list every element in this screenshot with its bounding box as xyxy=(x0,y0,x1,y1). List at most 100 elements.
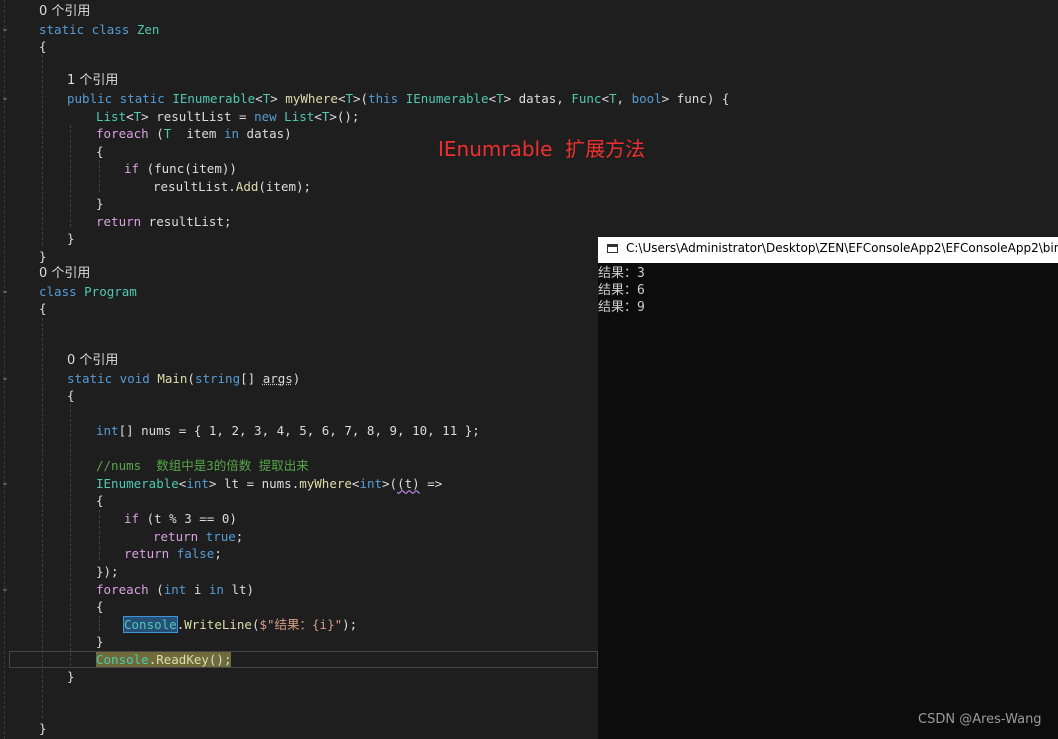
collapse-icon[interactable]: ⌄ xyxy=(0,583,10,595)
indent-guide xyxy=(99,160,100,192)
code-token: item xyxy=(171,126,224,141)
code-token: 1 个引用 xyxy=(67,73,119,88)
indent-guide xyxy=(99,510,100,560)
code-token: (t % 3 == 0) xyxy=(139,511,237,526)
code-token: WriteLine xyxy=(184,617,252,632)
code-line: { xyxy=(39,38,47,55)
reference-count-lens[interactable]: 0 个引用 xyxy=(39,3,90,20)
code-token: Program xyxy=(84,284,137,299)
code-line: //nums 数组中是3的倍数 提取出来 xyxy=(96,457,309,474)
reference-count-lens[interactable]: 1 个引用 xyxy=(67,72,118,89)
code-token: } xyxy=(39,721,47,736)
code-token: lt) xyxy=(223,582,255,597)
code-token: } xyxy=(96,196,104,211)
code-line: { xyxy=(39,300,47,317)
code-token: => xyxy=(419,476,443,491)
code-token: < xyxy=(337,91,346,106)
code-token: Add xyxy=(235,179,259,194)
code-token: true xyxy=(205,529,236,544)
watermark: CSDN @Ares-Wang xyxy=(918,712,1042,727)
console-output: 结果：3 结果：6 结果：9 xyxy=(598,265,1058,316)
code-token: { xyxy=(39,301,47,316)
code-token: ) xyxy=(292,371,301,386)
annotation-text: IEnumrable 扩展方法 xyxy=(438,137,646,161)
code-token: if xyxy=(124,511,140,526)
code-line: return false; xyxy=(124,545,222,562)
code-token: new xyxy=(254,109,285,124)
code-token: < xyxy=(601,91,609,106)
code-line: } xyxy=(96,633,104,650)
code-token: resultList; xyxy=(141,214,232,229)
code-token: [] xyxy=(240,371,263,386)
code-line: { xyxy=(96,143,104,160)
code-token: > lt = nums. xyxy=(208,476,300,491)
code-token: >( xyxy=(353,91,369,106)
collapse-icon[interactable]: ⌄ xyxy=(0,23,10,35)
code-line: foreach (T item in datas) xyxy=(96,125,292,142)
code-token: static class xyxy=(39,22,137,37)
code-token: List xyxy=(284,109,315,124)
code-token: 0 个引用 xyxy=(67,353,119,368)
reference-count-lens[interactable]: 0 个引用 xyxy=(67,352,118,369)
code-token: 0 个引用 xyxy=(39,266,91,281)
code-line: return true; xyxy=(153,528,243,545)
code-token: this xyxy=(368,91,406,106)
code-line: { xyxy=(67,387,75,404)
code-token: } xyxy=(67,231,75,246)
code-token: Zen xyxy=(136,22,160,37)
code-token: } xyxy=(39,249,47,264)
code-token: in xyxy=(208,582,224,597)
code-token: Console xyxy=(96,652,149,667)
code-token: T xyxy=(496,91,504,106)
code-token: ( xyxy=(148,582,164,597)
code-token: Main xyxy=(157,371,188,386)
code-token: (func(item)) xyxy=(139,161,237,176)
code-line: IEnumerable<int> lt = nums.myWhere<int>(… xyxy=(96,475,442,492)
console-titlebar[interactable]: C:\Users\Administrator\Desktop\ZEN\EFCon… xyxy=(598,237,1058,263)
collapse-icon[interactable]: ⌄ xyxy=(0,92,10,104)
code-token: (); xyxy=(208,652,232,667)
code-token: } xyxy=(67,669,75,684)
console-window[interactable]: C:\Users\Administrator\Desktop\ZEN\EFCon… xyxy=(598,237,1058,739)
code-token: Console xyxy=(123,616,178,633)
collapse-icon[interactable]: ⌄ xyxy=(0,372,10,384)
code-token: myWhere xyxy=(285,91,338,106)
reference-count-lens[interactable]: 0 个引用 xyxy=(39,265,90,282)
code-line: } xyxy=(39,248,47,265)
code-token: if xyxy=(124,161,140,176)
collapse-icon[interactable]: ⌄ xyxy=(0,285,10,297)
code-token: 0 个引用 xyxy=(39,4,91,19)
code-token: foreach xyxy=(96,126,149,141)
collapse-icon[interactable]: ⌄ xyxy=(0,477,10,489)
code-token: }); xyxy=(96,564,119,579)
code-token: > xyxy=(270,91,286,106)
code-line: } xyxy=(67,668,75,685)
code-token: < xyxy=(314,109,322,124)
code-line: foreach (int i in lt) xyxy=(96,581,254,598)
code-token: > datas, xyxy=(503,91,572,106)
code-token: } xyxy=(96,634,104,649)
code-line: }); xyxy=(96,563,119,580)
code-token: List xyxy=(96,109,127,124)
code-token: i xyxy=(186,582,209,597)
code-token: , xyxy=(616,91,632,106)
code-token: return xyxy=(153,529,199,544)
code-token: resultList. xyxy=(153,179,236,194)
code-token: { xyxy=(96,493,104,508)
code-token: ); xyxy=(342,617,358,632)
code-line: { xyxy=(96,598,104,615)
code-token: ( xyxy=(148,126,164,141)
code-token: return xyxy=(96,214,142,229)
code-token: ; xyxy=(214,546,222,561)
code-token: false xyxy=(176,546,215,561)
code-token: T xyxy=(345,91,354,106)
indent-guide xyxy=(70,125,71,227)
code-token: < xyxy=(126,109,134,124)
code-token: >(); xyxy=(329,109,360,124)
code-token: > func) { xyxy=(661,91,730,106)
code-token: [] nums = { 1, 2, 3, 4, 5, 6, 7, 8, 9, 1… xyxy=(118,423,480,438)
code-line: if (func(item)) xyxy=(124,160,237,177)
code-line: class Program xyxy=(39,283,137,300)
code-token: int xyxy=(359,476,383,491)
code-token: ReadKey xyxy=(156,652,209,667)
